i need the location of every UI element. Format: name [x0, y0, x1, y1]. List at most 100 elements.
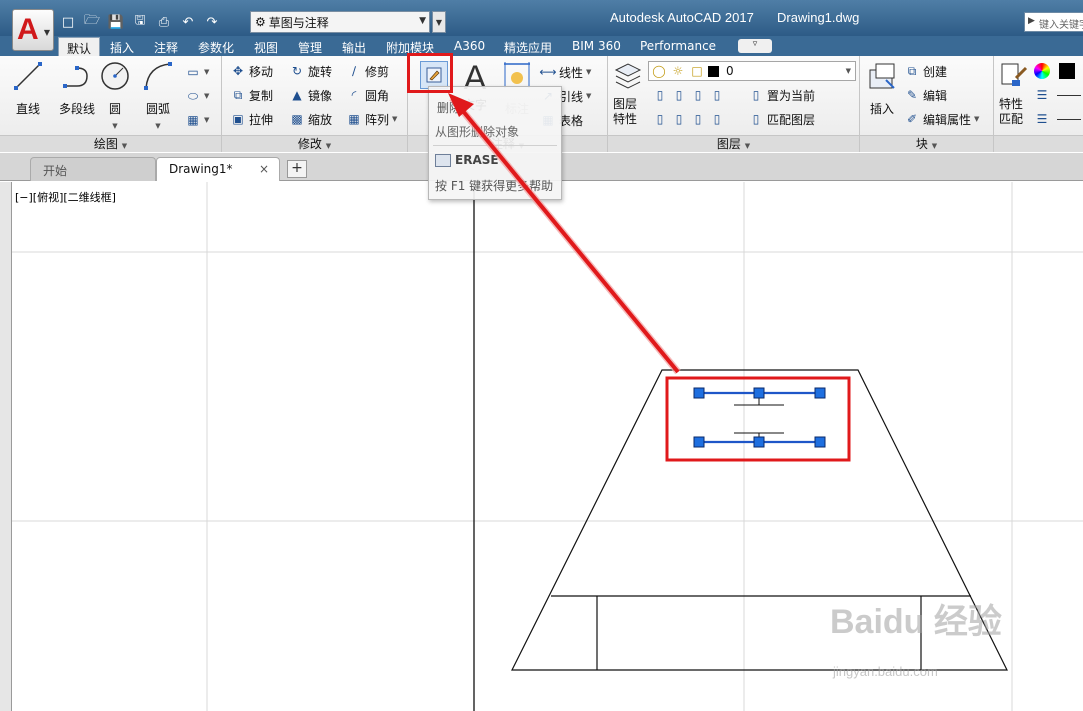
hatch-button[interactable]: ⬭ ▼	[185, 86, 210, 106]
circle-button[interactable]: 圆 ▼	[98, 60, 132, 131]
viewport-controls[interactable]: [−][俯视][二维线框]	[15, 189, 116, 205]
properties-panel-title[interactable]	[994, 135, 1083, 152]
new-tab-button[interactable]: +	[287, 160, 307, 178]
undo-icon[interactable]: ↶	[178, 12, 198, 32]
baidu-watermark-url: jingyan.baidu.com	[833, 664, 938, 679]
grip-point[interactable]	[814, 387, 826, 399]
ribbon-tab-strip: 默认 插入 注释 参数化 视图 管理 输出 附加模块 A360 精选应用 BIM…	[0, 36, 1083, 56]
tab-annotate[interactable]: 注释	[146, 37, 186, 56]
qat-dropdown-button[interactable]: ▼	[432, 11, 446, 33]
grip-point[interactable]	[693, 387, 705, 399]
search-input[interactable]: ▶ 键入关键字	[1024, 12, 1083, 32]
tooltip-command: ERASE	[455, 153, 499, 167]
hatch-icon: ▦	[187, 113, 199, 127]
linetype-selector[interactable]: ☰	[1034, 109, 1081, 129]
table-label: 表格	[559, 113, 584, 128]
layer-properties-button[interactable]: 图层特性	[610, 60, 646, 127]
start-tab[interactable]: 开始	[30, 157, 156, 181]
insert-block-button[interactable]: 插入	[864, 60, 900, 117]
chevron-down-icon: ▼	[112, 122, 118, 130]
tab-a360[interactable]: A360	[446, 37, 493, 56]
grip-point[interactable]	[753, 436, 765, 448]
line-button[interactable]: 直线	[8, 60, 48, 117]
new-file-icon[interactable]: □	[58, 12, 78, 32]
tab-parametric[interactable]: 参数化	[190, 37, 242, 56]
insert-label: 插入	[869, 102, 894, 116]
match-layer-button[interactable]: ▯ 匹配图层	[748, 109, 815, 129]
modify-panel-title[interactable]: 修改 ▼	[222, 135, 407, 152]
create-block-button[interactable]: ⧉ 创建	[904, 61, 947, 81]
ground-symbol[interactable]	[693, 387, 826, 448]
lineweight-selector[interactable]: ☰	[1034, 85, 1081, 105]
move-button[interactable]: ✥ 移动	[230, 61, 273, 81]
color-selector[interactable]	[1034, 61, 1075, 81]
tab-featured-apps[interactable]: 精选应用	[496, 37, 560, 56]
chevron-down-icon: ▼	[121, 142, 128, 150]
application-menu-button[interactable]: A ▼	[12, 9, 54, 51]
tab-bim360[interactable]: BIM 360	[564, 37, 629, 56]
redo-icon[interactable]: ↷	[202, 12, 222, 32]
boundary-button[interactable]: ▦ ▼	[185, 110, 209, 130]
edit-block-button[interactable]: ✎ 编辑	[904, 85, 947, 105]
fillet-button[interactable]: ◜ 圆角	[346, 85, 389, 105]
layer-tools-row1[interactable]: ▯ ▯ ▯ ▯	[652, 85, 725, 105]
match-properties-button[interactable]: 特性匹配	[996, 60, 1032, 127]
stretch-button[interactable]: ▣ 拉伸	[230, 109, 273, 129]
layer-freeze-icon: ▯	[694, 88, 702, 102]
properties-panel: 特性匹配 ☰ ☰	[994, 56, 1083, 152]
save-as-icon[interactable]: 🖫	[130, 12, 150, 32]
layer-tools-row2[interactable]: ▯ ▯ ▯ ▯	[652, 109, 725, 129]
set-current-button[interactable]: ▯ 置为当前	[748, 85, 815, 105]
copy-button[interactable]: ⧉ 复制	[230, 85, 273, 105]
layers-panel-title[interactable]: 图层 ▼	[608, 135, 859, 152]
match-properties-icon	[1001, 63, 1028, 86]
edit-attributes-label: 编辑属性	[923, 112, 972, 127]
scale-button[interactable]: ▩ 缩放	[289, 109, 332, 129]
rotate-button[interactable]: ↻ 旋转	[289, 61, 332, 81]
open-folder-icon[interactable]: 🗁	[82, 12, 102, 32]
mirror-button[interactable]: ▲ 镜像	[289, 85, 332, 105]
trim-button[interactable]: ∕ 修剪	[346, 61, 389, 81]
tab-insert[interactable]: 插入	[102, 37, 142, 56]
arc-button[interactable]: 圆弧 ▼	[140, 60, 176, 131]
autocad-logo-icon: A	[17, 13, 39, 46]
grip-point[interactable]	[814, 436, 826, 448]
polyline-button[interactable]: 多段线	[54, 60, 100, 117]
current-layer-name: 0	[726, 64, 734, 78]
ribbon-minimize-button[interactable]: ▿	[738, 39, 772, 53]
rectangle-icon: ▭	[187, 65, 199, 79]
linetype-preview	[1057, 118, 1081, 120]
layers-panel: 图层特性 ◯ ☼ □ 0 ▼ ▯ ▯ ▯ ▯ ▯ 置为当前 ▯ ▯ ▯ ▯ ▯ 匹配图层 图层 …	[608, 56, 860, 152]
layer-dropdown[interactable]: ◯ ☼ □ 0 ▼	[648, 61, 856, 81]
drawing-tab[interactable]: Drawing1* ×	[156, 157, 280, 181]
sun-icon: ☼	[672, 64, 684, 78]
chevron-down-icon: ▼	[744, 142, 751, 150]
leader-label: 引线	[559, 89, 584, 104]
tab-default[interactable]: 默认	[58, 37, 101, 56]
erase-highlight-box	[407, 53, 453, 93]
close-icon[interactable]: ×	[259, 162, 269, 176]
grip-point[interactable]	[693, 436, 705, 448]
edit-block-icon: ✎	[906, 88, 918, 102]
draw-panel-title[interactable]: 绘图 ▼	[0, 135, 221, 152]
stretch-icon: ▣	[232, 112, 244, 126]
create-label: 创建	[923, 64, 948, 79]
chevron-down-icon: ▼	[974, 115, 980, 123]
gear-icon: ⚙	[255, 15, 266, 29]
array-button[interactable]: ▦ 阵列 ▼	[346, 109, 397, 129]
block-panel: 插入 ⧉ 创建 ✎ 编辑 ✐ 编辑属性 ▼ 块 ▼	[860, 56, 994, 152]
tab-manage[interactable]: 管理	[290, 37, 330, 56]
print-icon[interactable]: ⎙	[154, 12, 174, 32]
save-icon[interactable]: 💾	[106, 12, 126, 32]
edit-attributes-button[interactable]: ✐ 编辑属性 ▼	[904, 109, 979, 129]
linear-button[interactable]: ⟷ 线性 ▼	[539, 62, 591, 82]
command-icon	[435, 154, 451, 167]
block-panel-title[interactable]: 块 ▼	[860, 135, 993, 152]
grip-point[interactable]	[753, 387, 765, 399]
tab-view[interactable]: 视图	[246, 37, 286, 56]
rectangle-button[interactable]: ▭ ▼	[185, 62, 209, 82]
tab-output[interactable]: 输出	[334, 37, 374, 56]
tab-performance[interactable]: Performance	[632, 37, 724, 56]
workspace-selector[interactable]: ⚙ 草图与注释 ▼	[250, 11, 430, 33]
tooltip-help: 按 F1 键获得更多帮助	[435, 179, 554, 193]
